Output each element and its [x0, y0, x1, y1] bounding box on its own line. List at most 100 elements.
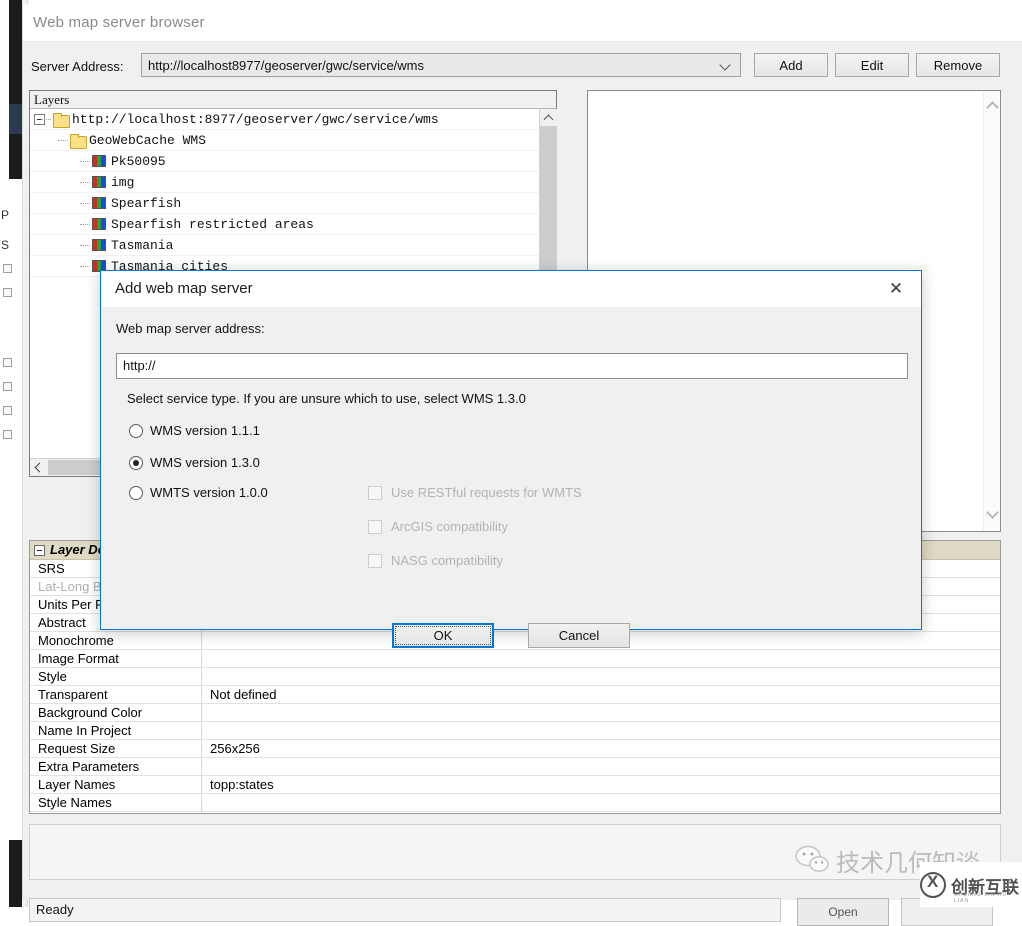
bg-icon-2 [3, 288, 12, 297]
tree-connector [78, 214, 92, 235]
tree-row[interactable]: Spearfish restricted areas [30, 214, 556, 235]
bg-icon-5 [3, 406, 12, 415]
bg-glyph-s: S [1, 238, 9, 252]
details-row[interactable]: Image Format [30, 650, 1000, 668]
details-value [202, 704, 210, 722]
chevron-up-icon[interactable] [986, 101, 999, 114]
radio-wms-130[interactable]: WMS version 1.3.0 [129, 455, 260, 470]
tree-row[interactable]: Spearfish [30, 193, 556, 214]
tree-row[interactable]: Pk50095 [30, 151, 556, 172]
tree-connector [45, 109, 53, 130]
details-row[interactable]: Style [30, 668, 1000, 686]
details-value [202, 650, 210, 668]
tree-row[interactable]: Tasmania [30, 235, 556, 256]
tree-node-label: Spearfish [111, 196, 181, 211]
details-value [202, 632, 210, 650]
details-row[interactable]: Background Color [30, 704, 1000, 722]
window-title-bar: Web map server browser [23, 4, 1022, 42]
details-value: 256x256 [202, 740, 260, 758]
wechat-logo-icon [795, 845, 829, 875]
details-value: topp:states [202, 776, 274, 794]
tree-node-label: GeoWebCache WMS [89, 133, 206, 148]
checkbox-arcgis-compat: ArcGIS compatibility [368, 519, 508, 534]
watermark-logo: 创新互联 CHUANG XIN HU LIAN [920, 872, 1019, 898]
watermark-logo-sub: CHUANG XIN HU LIAN [954, 892, 1019, 904]
service-type-hint: Select service type. If you are unsure w… [127, 391, 526, 406]
details-key: Layer Names [30, 776, 202, 794]
tree-connector [78, 151, 92, 172]
server-address-combo[interactable]: http://localhost8977/geoserver/gwc/servi… [141, 53, 741, 77]
edit-button[interactable]: Edit [835, 53, 909, 77]
add-button[interactable]: Add [754, 53, 828, 77]
bg-icon-1 [3, 264, 12, 273]
checkbox-restful-wmts: Use RESTful requests for WMTS [368, 485, 582, 500]
tree-node-label: Spearfish restricted areas [111, 217, 314, 232]
tree-node-label: Pk50095 [111, 154, 166, 169]
details-key: Extra Parameters [30, 758, 202, 776]
details-row[interactable]: Style Names [30, 794, 1000, 812]
ok-button[interactable]: OK [392, 623, 494, 648]
cancel-label: Cancel [559, 628, 599, 643]
page-title: Web map server browser [33, 14, 205, 31]
radio-wms-111[interactable]: WMS version 1.1.1 [129, 423, 260, 438]
radio-icon[interactable] [129, 424, 143, 438]
preview-scrollbar[interactable] [983, 91, 1000, 531]
tree-connector [78, 235, 92, 256]
details-value [202, 668, 210, 686]
chevron-down-icon[interactable] [986, 506, 999, 519]
details-row[interactable]: Monochrome [30, 632, 1000, 650]
bg-icon-6 [3, 430, 12, 439]
details-value: Not defined [202, 686, 277, 704]
radio-icon-selected[interactable] [129, 456, 143, 470]
tree-connector [78, 172, 92, 193]
radio-icon[interactable] [129, 486, 143, 500]
tree-row[interactable]: http://localhost:8977/geoserver/gwc/serv… [30, 109, 556, 130]
details-value [202, 794, 210, 812]
status-bar: Ready [29, 898, 781, 922]
layer-rgb-icon [92, 155, 106, 167]
details-row[interactable]: Layer Namestopp:states [30, 776, 1000, 794]
details-key: Monochrome [30, 632, 202, 650]
details-row[interactable]: TransparentNot defined [30, 686, 1000, 704]
layers-header: Layers [30, 91, 556, 109]
details-key: Request Size [30, 740, 202, 758]
details-key: Style [30, 668, 202, 686]
tree-row[interactable]: img [30, 172, 556, 193]
details-row[interactable]: Extra Parameters [30, 758, 1000, 776]
scroll-left-icon[interactable] [30, 459, 47, 476]
checkbox-label: ArcGIS compatibility [391, 519, 508, 534]
dialog-body: Web map server address: http:// Select s… [101, 307, 921, 629]
cancel-button[interactable]: Cancel [528, 623, 630, 648]
details-row[interactable]: Name In Project [30, 722, 1000, 740]
scroll-up-icon[interactable] [540, 109, 557, 126]
folder-icon [53, 113, 69, 126]
radio-label: WMTS version 1.0.0 [150, 485, 268, 500]
bg-dark-sidebar-low [9, 134, 22, 179]
tree-node-label: http://localhost:8977/geoserver/gwc/serv… [72, 112, 439, 127]
bg-left-rows: P S [0, 180, 22, 860]
close-icon[interactable]: ✕ [877, 275, 915, 303]
dialog-title: Add web map server [115, 280, 253, 297]
bg-dark-sidebar-bottom [9, 840, 22, 907]
tree-connector [78, 256, 92, 277]
bg-dark-sidebar-mid [9, 104, 22, 134]
layer-rgb-icon [92, 197, 106, 209]
dialog-title-bar: Add web map server ✕ [101, 271, 921, 307]
details-key: Style Names [30, 794, 202, 812]
layer-rgb-icon [92, 218, 106, 230]
radio-wmts-100[interactable]: WMTS version 1.0.0 [129, 485, 268, 500]
address-input[interactable]: http:// [116, 353, 908, 379]
open-button[interactable]: Open [797, 898, 889, 926]
bg-glyph-p: P [1, 208, 9, 222]
collapse-icon[interactable] [34, 545, 45, 556]
server-address-value: http://localhost8977/geoserver/gwc/servi… [142, 58, 424, 73]
details-key: Image Format [30, 650, 202, 668]
checkbox-label: Use RESTful requests for WMTS [391, 485, 582, 500]
details-value [202, 722, 210, 740]
remove-button[interactable]: Remove [916, 53, 1000, 77]
folder-icon [70, 134, 86, 147]
tree-node-label: img [111, 175, 134, 190]
focus-ring [395, 626, 491, 645]
tree-row[interactable]: GeoWebCache WMS [30, 130, 556, 151]
details-row[interactable]: Request Size256x256 [30, 740, 1000, 758]
